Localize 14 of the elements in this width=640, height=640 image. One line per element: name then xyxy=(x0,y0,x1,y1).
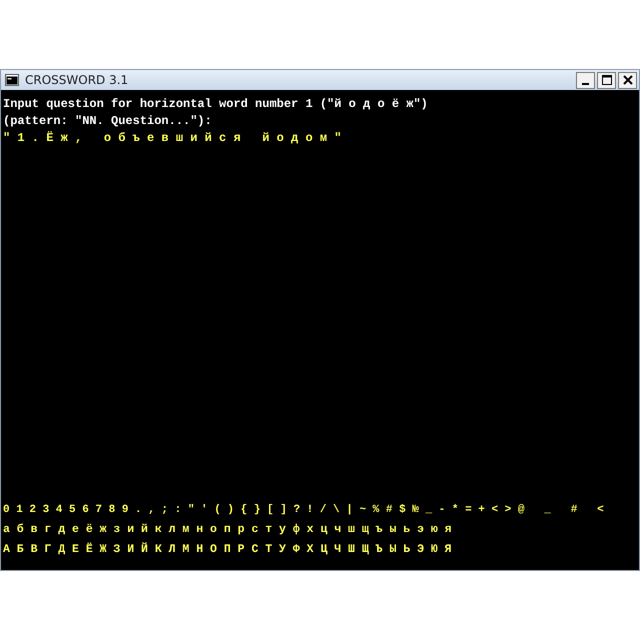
close-icon xyxy=(622,75,632,85)
character-row-text: А Б В Г Д Е Ё Ж З И Й К Л М Н О П Р С Т У Ф Х Ц Ч Ш Щ Ъ Ы Ь Э Ю Я xyxy=(3,541,453,558)
window-title: CROSSWORD 3.1 xyxy=(25,73,130,87)
character-row-text: а б в г д е ё ж з и й к л м н о п р с т у ф х ц ч ш щ ъ ы ь э ю я xyxy=(3,522,453,538)
console-line: (pattern: "NN. Question..."): xyxy=(3,113,213,130)
console-line: Input question for horizontal word number 1 ("й о д о ё ж") xyxy=(3,96,429,113)
maximize-icon xyxy=(602,75,612,85)
close-button[interactable] xyxy=(618,72,637,88)
console-app-icon xyxy=(5,74,19,86)
minimize-icon xyxy=(582,82,589,84)
minimize-button[interactable] xyxy=(576,72,595,88)
character-row-text: 0 1 2 3 4 5 6 7 8 9 . , ; : " ' ( ) { } [ ] ? ! / \ | ~ % # $ № _ - * = + < > @ _ # < xyxy=(3,503,605,518)
maximize-button[interactable] xyxy=(597,72,616,88)
console-line: " 1 . Ё ж , о б ъ е в ш и й с я й о д о м " xyxy=(3,130,342,147)
